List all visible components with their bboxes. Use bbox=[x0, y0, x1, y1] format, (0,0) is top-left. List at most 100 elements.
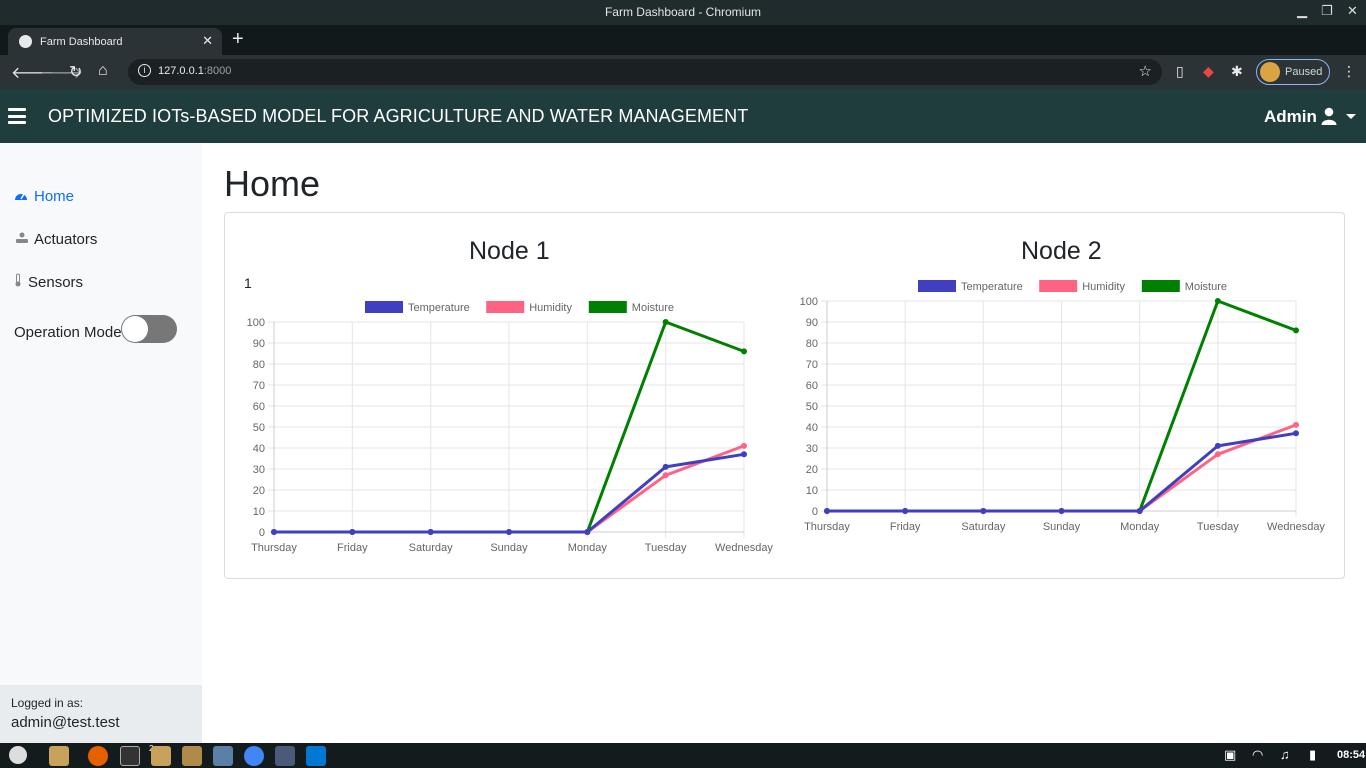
clock: 08:54 bbox=[1337, 749, 1366, 761]
y-tick-label: 30 bbox=[806, 443, 818, 455]
y-tick-label: 50 bbox=[806, 401, 818, 413]
y-tick-label: 100 bbox=[247, 317, 265, 329]
x-tick-label: Wednesday bbox=[715, 542, 773, 554]
sidebar-item-label: Sensors bbox=[28, 274, 84, 291]
browser-tab[interactable]: Farm Dashboard ✕ bbox=[8, 28, 222, 55]
y-tick-label: 40 bbox=[806, 422, 818, 434]
sidebar-item-home[interactable]: Home bbox=[14, 188, 74, 205]
profile-status: Paused bbox=[1285, 66, 1323, 78]
y-tick-label: 0 bbox=[812, 506, 818, 518]
data-point-temperature bbox=[506, 529, 512, 535]
operation-mode-label: Operation Mode bbox=[14, 324, 122, 341]
vscode-icon[interactable] bbox=[306, 746, 326, 766]
phone-icon[interactable]: ▯ bbox=[1176, 63, 1184, 80]
logged-in-label: Logged in as: bbox=[11, 696, 84, 710]
data-point-temperature bbox=[902, 508, 909, 514]
terminal-icon[interactable] bbox=[120, 746, 140, 766]
archive-icon[interactable] bbox=[182, 746, 202, 766]
data-point-humidity bbox=[741, 442, 747, 449]
file-manager-icon[interactable] bbox=[49, 746, 69, 766]
y-tick-label: 30 bbox=[253, 464, 265, 476]
tab-strip: Farm Dashboard ✕ + bbox=[0, 25, 1366, 55]
page-title: Home bbox=[224, 163, 321, 204]
y-tick-label: 90 bbox=[253, 338, 265, 350]
legend-label-temperature: Temperature bbox=[961, 281, 1023, 293]
window-titlebar: Farm Dashboard - Chromium ▁ ❐ ✕ bbox=[0, 0, 1366, 25]
y-tick-label: 100 bbox=[800, 296, 818, 308]
hamburger-menu-icon[interactable] bbox=[8, 108, 26, 124]
x-tick-label: Wednesday bbox=[1267, 521, 1325, 533]
music-icon[interactable]: ♫ bbox=[1280, 747, 1290, 762]
data-point-temperature bbox=[741, 451, 747, 458]
y-tick-label: 10 bbox=[806, 485, 818, 497]
menu-kebab-icon[interactable]: ⋮ bbox=[1342, 63, 1356, 80]
sidebar-item-actuators[interactable]: Actuators bbox=[14, 231, 97, 248]
user-icon[interactable] bbox=[1321, 107, 1337, 125]
x-tick-label: Thursday bbox=[251, 542, 297, 554]
legend-swatch-humidity bbox=[486, 301, 525, 313]
wifi-icon[interactable]: ◠ bbox=[1252, 747, 1263, 763]
extensions-puzzle-icon[interactable]: ✱ bbox=[1231, 63, 1243, 80]
x-tick-label: Tuesday bbox=[645, 542, 687, 554]
x-tick-label: Thursday bbox=[804, 521, 850, 533]
data-point-temperature bbox=[1058, 508, 1065, 514]
address-bar[interactable]: i 127.0.0.1:8000 ☆ bbox=[128, 59, 1162, 85]
sidebar-item-sensors[interactable]: Sensors bbox=[14, 273, 83, 291]
data-point-moisture bbox=[662, 319, 669, 325]
logged-in-user: admin@test.test bbox=[11, 714, 120, 731]
new-tab-icon[interactable]: + bbox=[232, 28, 244, 51]
chart-node-2: Temperature Humidity Moisture 0 10 20 30 40 50 60… bbox=[800, 280, 1325, 533]
data-point-temperature bbox=[662, 463, 669, 470]
logged-in-panel: Logged in as: admin@test.test bbox=[0, 685, 202, 743]
close-tab-icon[interactable]: ✕ bbox=[202, 33, 213, 49]
reload-icon[interactable]: ↻ bbox=[69, 62, 82, 82]
profile-button[interactable]: Paused bbox=[1256, 59, 1330, 85]
minimize-icon[interactable]: ▁ bbox=[1297, 3, 1307, 19]
x-tick-label: Monday bbox=[1120, 521, 1160, 533]
bookmark-star-icon[interactable]: ☆ bbox=[1139, 62, 1152, 80]
thermometer-icon bbox=[14, 273, 24, 291]
legend-label-humidity: Humidity bbox=[529, 302, 572, 314]
app-brand: OPTIMIZED IOTs-BASED MODEL FOR AGRICULTU… bbox=[48, 106, 749, 126]
os-taskbar: 2 ▣ ◠ ♫ ▮ 08:54 bbox=[0, 743, 1366, 768]
sidebar-item-label: Home bbox=[34, 188, 75, 205]
firefox-icon[interactable] bbox=[88, 746, 108, 766]
maximize-icon[interactable]: ❐ bbox=[1321, 3, 1333, 19]
legend-label-temperature: Temperature bbox=[408, 302, 470, 314]
app-launcher-icon[interactable] bbox=[9, 746, 27, 764]
app-navbar: OPTIMIZED IOTs-BASED MODEL FOR AGRICULTU… bbox=[0, 89, 1366, 143]
user-menu-label[interactable]: Admin bbox=[1264, 107, 1317, 127]
chevron-down-icon[interactable] bbox=[1346, 114, 1356, 119]
data-point-temperature bbox=[584, 529, 591, 535]
legend-label-moisture: Moisture bbox=[1185, 281, 1227, 293]
legend-swatch-humidity bbox=[1039, 280, 1078, 292]
home-icon[interactable]: ⌂ bbox=[98, 62, 108, 80]
chromium-icon[interactable] bbox=[244, 746, 264, 766]
browser-toolbar: 🡐 🡒 ↻ ⌂ i 127.0.0.1:8000 ☆ ▯ ◆ ✱ Paused … bbox=[0, 55, 1366, 89]
folder-icon[interactable] bbox=[151, 746, 171, 766]
color-extension-icon[interactable]: ◆ bbox=[1203, 63, 1214, 80]
x-tick-label: Sunday bbox=[1043, 521, 1081, 533]
url-text: 127.0.0.1:8000 bbox=[158, 65, 232, 77]
x-tick-label: Monday bbox=[568, 542, 608, 554]
sidebar: Home Actuators Sensors Operation Mode Lo… bbox=[0, 143, 202, 743]
data-point-humidity bbox=[1214, 451, 1221, 458]
battery-icon[interactable]: ▮ bbox=[1309, 747, 1316, 763]
x-tick-label: Tuesday bbox=[1197, 521, 1239, 533]
close-window-icon[interactable]: ✕ bbox=[1347, 3, 1358, 19]
operation-mode-toggle[interactable] bbox=[121, 315, 177, 343]
data-point-temperature bbox=[349, 529, 356, 535]
tab-title: Farm Dashboard bbox=[40, 36, 123, 48]
y-tick-label: 40 bbox=[253, 443, 265, 455]
screenshot-tool-icon[interactable] bbox=[275, 746, 295, 766]
site-info-icon[interactable]: i bbox=[138, 64, 151, 77]
database-icon[interactable] bbox=[213, 746, 233, 766]
y-tick-label: 80 bbox=[806, 338, 818, 350]
notification-icon[interactable]: ▣ bbox=[1224, 747, 1236, 763]
data-point-humidity bbox=[1293, 421, 1299, 428]
data-point-temperature bbox=[824, 508, 830, 514]
favicon-icon bbox=[19, 35, 32, 48]
y-tick-label: 50 bbox=[253, 422, 265, 434]
legend-label-moisture: Moisture bbox=[632, 302, 674, 314]
data-point-moisture bbox=[741, 348, 747, 355]
